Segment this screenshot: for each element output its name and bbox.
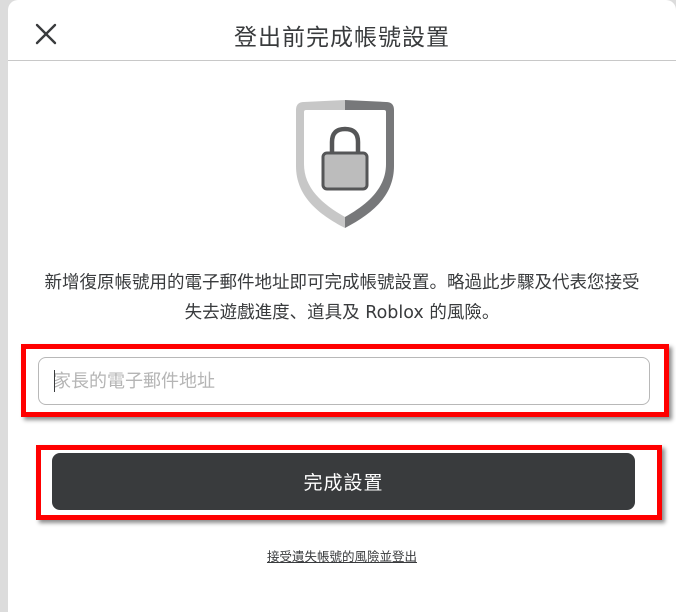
modal-header: 登出前完成帳號設置 bbox=[8, 0, 676, 61]
finish-setup-button[interactable]: 完成設置 bbox=[52, 453, 635, 510]
parent-email-input[interactable] bbox=[38, 357, 650, 405]
accept-risk-logout-link[interactable]: 接受遺失帳號的風險並登出 bbox=[8, 546, 676, 565]
shield-lock-icon bbox=[296, 100, 394, 228]
description-text: 新增復原帳號用的電子郵件地址即可完成帳號設置。略過此步驟及代表您接受失去遊戲進度… bbox=[44, 273, 640, 323]
account-setup-modal: 登出前完成帳號設置 新增復原帳號用的電子郵件地址即可完成帳號設置。略過此步驟及代… bbox=[8, 0, 676, 612]
text-caret bbox=[54, 370, 55, 392]
modal-title: 登出前完成帳號設置 bbox=[234, 25, 450, 51]
